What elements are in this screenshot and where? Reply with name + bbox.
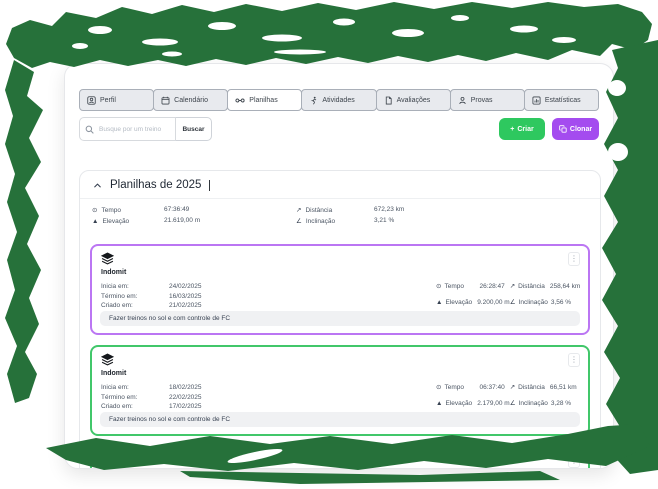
dumbbell-icon [235,98,245,102]
tab-atividades[interactable]: Atividades [301,89,377,111]
training-card[interactable]: ⋮ Indomit Inicia em: 24/02/2025 Término e… [90,244,590,335]
distance-icon: ↗ [509,283,516,290]
layers-icon [101,454,114,467]
tab-label: Estatísticas [544,96,581,104]
stat-label: ▲ Elevação [92,217,130,225]
training-card[interactable]: ⋮ Indomit Inicia em: 18/02/2025 Término e… [90,345,590,436]
tab-label: Provas [470,96,493,104]
card-list: ⋮ Indomit Inicia em: 24/02/2025 Término e… [80,234,600,468]
text-cursor [209,179,211,191]
clock-icon: ⊙ [436,384,442,391]
incline-icon: ∠ [509,299,516,306]
card-stats: ⊙ Tempo 26:28:47 ↗ Distância 258,64 km ▲ Elev… [436,282,581,307]
panel-stats: ⊙ Tempo 67:36:49 ↗ Distância 672,23 km ▲ El… [80,199,600,234]
stat-value: 21.619,00 m [164,217,201,224]
card-dates: Inicia em: 24/02/2025 Término em: 16/03/20… [101,283,202,309]
app-window: Perfil Calendário Planilhas Atividades A… [64,63,614,469]
tab-label: Atividades [322,96,355,104]
card-menu-button[interactable]: ⋮ [568,252,580,266]
plus-icon: + [510,125,515,133]
tab-provas[interactable]: Provas [449,89,525,111]
runner-icon [311,96,317,104]
elevation-icon: ▲ [436,298,443,306]
action-buttons: + Criar Clonar [499,118,599,140]
tab-label: Planilhas [249,96,278,104]
tab-avaliacoes[interactable]: Avaliações [375,89,451,111]
tab-label: Perfil [100,96,116,104]
layers-icon [101,353,114,366]
tab-label: Avaliações [396,96,431,104]
tab-calendario[interactable]: Calendário [153,89,229,111]
panel-header: Planilhas de 2025 [80,171,600,199]
training-card[interactable]: ⋮ [90,446,590,468]
screenshot-stage: Perfil Calendário Planilhas Atividades A… [0,0,658,489]
search-group: Buscar [79,117,212,141]
clock-icon: ⊙ [92,207,98,214]
profile-icon [87,95,96,105]
chevron-up-icon[interactable] [92,180,103,191]
card-dates: Inicia em: 18/02/2025 Término em: 22/02/20… [101,384,202,410]
card-title: Indomit [101,370,127,377]
chart-icon [532,95,541,105]
search-button[interactable]: Buscar [175,117,212,141]
elevation-icon: ▲ [436,399,443,407]
stat-value: 67:36:49 [164,206,190,213]
card-menu-button[interactable]: ⋮ [568,454,580,468]
stat-value: 3,21 % [374,217,395,224]
clone-button[interactable]: Clonar [552,118,599,140]
card-menu-button[interactable]: ⋮ [568,353,580,367]
copy-icon [559,125,567,133]
card-note: Fazer treinos no sol e com controle de F… [100,311,580,326]
create-label: Criar [517,125,534,133]
person-icon [459,96,466,104]
planilhas-panel: Planilhas de 2025 ⊙ Tempo 67:36:49 ↗ Distâ… [79,170,601,468]
elevation-icon: ▲ [92,217,99,225]
panel-title[interactable]: Planilhas de 2025 [110,179,201,191]
layers-icon [101,252,114,265]
card-stats: ⊙ Tempo 06:37:40 ↗ Distância 66,51 km ▲ Eleva… [436,383,577,408]
tab-label: Calendário [174,96,208,104]
document-icon [385,96,392,104]
search-icon [85,125,94,134]
stat-label: ⊙ Tempo [92,206,121,215]
search-box [79,117,176,141]
incline-icon: ∠ [509,400,516,407]
card-note: Fazer treinos no sol e com controle de F… [100,412,580,427]
tab-perfil[interactable]: Perfil [79,89,155,111]
tab-bar: Perfil Calendário Planilhas Atividades A… [79,89,599,111]
card-title: Indomit [101,269,127,276]
calendar-icon [161,96,170,104]
create-button[interactable]: + Criar [499,118,545,140]
incline-icon: ∠ [296,218,302,225]
search-input[interactable] [97,124,171,134]
stat-value: 672,23 km [374,206,405,213]
clock-icon: ⊙ [436,283,442,290]
tab-estatisticas[interactable]: Estatísticas [523,89,599,111]
distance-icon: ↗ [509,384,516,391]
tab-planilhas[interactable]: Planilhas [227,89,303,111]
stat-label: ↗ Distância [296,206,333,215]
clone-label: Clonar [569,125,593,133]
distance-icon: ↗ [296,207,302,214]
toolbar: Buscar + Criar Clonar [79,117,599,141]
stat-label: ∠ Inclinação [296,217,336,226]
